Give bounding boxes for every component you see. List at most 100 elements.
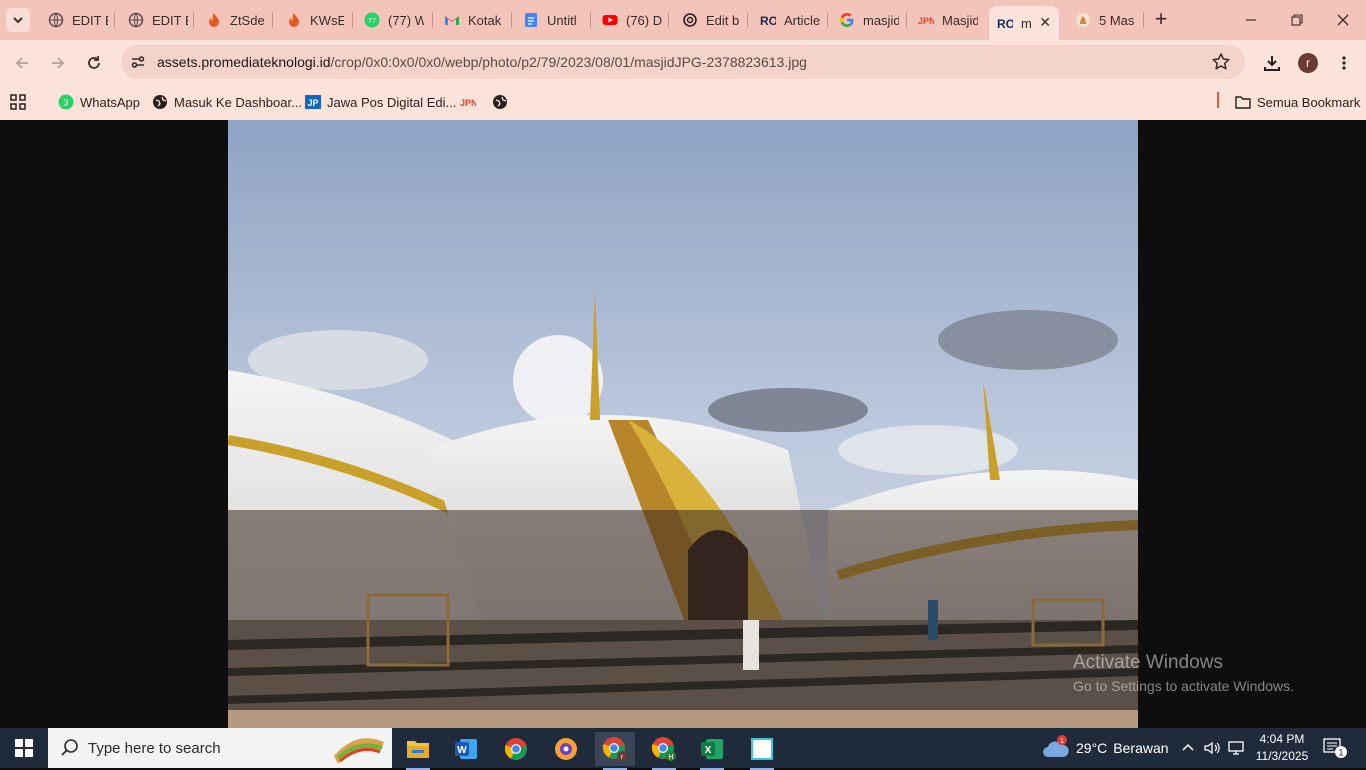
taskbar-notepad[interactable] bbox=[742, 732, 782, 770]
weather-badge: 1 bbox=[1060, 738, 1064, 745]
globe-icon bbox=[492, 94, 508, 110]
taskbar-search-box[interactable]: Type here to search bbox=[48, 728, 392, 768]
apps-button[interactable] bbox=[10, 91, 32, 113]
tab-title: KWsE( bbox=[310, 12, 344, 28]
close-window-button[interactable] bbox=[1328, 8, 1358, 32]
system-clock[interactable]: 4:04 PM 11/3/2025 bbox=[1248, 731, 1316, 765]
activate-windows-watermark: Activate Windows Go to Settings to activ… bbox=[1073, 652, 1294, 694]
clock-time: 4:04 PM bbox=[1259, 732, 1305, 746]
cloud-rain-icon: 1 bbox=[1043, 735, 1069, 757]
tab-search-button[interactable] bbox=[6, 8, 30, 32]
clock-date: 11/3/2025 bbox=[1255, 749, 1309, 763]
tab-9[interactable]: RO Article bbox=[760, 6, 820, 34]
volume-button[interactable] bbox=[1202, 738, 1222, 758]
tab-7[interactable]: (76) D bbox=[602, 6, 662, 34]
forward-button[interactable] bbox=[46, 51, 70, 75]
tab-12-active[interactable]: RO m ✕ bbox=[989, 6, 1059, 40]
restore-button[interactable] bbox=[1282, 8, 1312, 32]
tab-6[interactable]: Untitl bbox=[523, 6, 583, 34]
windows-logo-icon bbox=[15, 739, 33, 757]
tab-separator bbox=[352, 12, 353, 28]
bookmark-jawapos-digital[interactable]: JP Jawa Pos Digital Edi... bbox=[305, 91, 456, 113]
taskbar-brave[interactable] bbox=[546, 732, 586, 766]
notification-center-button[interactable]: 1 bbox=[1322, 736, 1348, 760]
browser-toolbar: assets.promediateknologi.id/crop/0x0:0x0… bbox=[0, 40, 1366, 85]
weather-widget[interactable]: 1 29°C Berawan bbox=[1042, 728, 1169, 768]
mosque-photo[interactable] bbox=[228, 120, 1138, 728]
watermark-subtitle: Go to Settings to activate Windows. bbox=[1073, 678, 1294, 694]
brave-icon bbox=[555, 738, 577, 760]
all-bookmarks-label: Semua Bookmark bbox=[1257, 94, 1361, 110]
tab-5[interactable]: Kotak bbox=[444, 6, 504, 34]
weather-desc: Berawan bbox=[1113, 740, 1169, 756]
svg-text:RO: RO bbox=[997, 17, 1013, 31]
reload-button[interactable] bbox=[82, 51, 106, 75]
taskbar-excel[interactable]: X bbox=[692, 732, 732, 770]
tab-separator bbox=[906, 12, 907, 28]
svg-text:RO: RO bbox=[760, 14, 776, 28]
flame-icon bbox=[206, 12, 222, 28]
tab-8[interactable]: Edit b bbox=[682, 6, 740, 34]
downloads-button[interactable] bbox=[1260, 51, 1284, 75]
download-icon bbox=[1264, 56, 1280, 71]
taskbar-file-explorer[interactable] bbox=[398, 732, 438, 770]
tab-title: Masjid bbox=[942, 12, 978, 28]
tab-2[interactable]: ZtSde bbox=[206, 6, 268, 34]
taskbar-chrome-profile-r[interactable]: r bbox=[595, 732, 635, 770]
openai-icon bbox=[682, 12, 698, 28]
tab-separator bbox=[747, 12, 748, 28]
bookmark-star-icon[interactable] bbox=[1211, 52, 1231, 72]
network-button[interactable] bbox=[1226, 738, 1246, 758]
globe-icon bbox=[48, 12, 64, 28]
whatsapp-badge-count: 3 bbox=[63, 98, 68, 108]
bookmark-label: Jawa Pos Digital Edi... bbox=[327, 94, 457, 110]
close-tab-icon[interactable]: ✕ bbox=[1039, 14, 1051, 31]
jp-icon: JP bbox=[305, 94, 321, 110]
tab-separator bbox=[590, 12, 591, 28]
tab-0[interactable]: EDIT E bbox=[48, 6, 108, 34]
taskbar-word[interactable]: W bbox=[446, 732, 486, 766]
url-text[interactable]: assets.promediateknologi.id/crop/0x0:0x0… bbox=[157, 54, 807, 70]
new-tab-button[interactable]: + bbox=[1150, 8, 1172, 31]
globe-icon bbox=[152, 94, 168, 110]
tab-separator bbox=[827, 12, 828, 28]
jawapos-icon: JPN bbox=[918, 12, 934, 28]
taskbar-chrome-profile-h[interactable]: H bbox=[644, 732, 684, 770]
site-settings-icon[interactable] bbox=[129, 53, 147, 71]
search-icon bbox=[61, 739, 78, 756]
address-bar[interactable]: assets.promediateknologi.id/crop/0x0:0x0… bbox=[121, 45, 1245, 79]
site-icon bbox=[1075, 12, 1091, 28]
ro-icon: RO bbox=[997, 15, 1013, 31]
tab-13[interactable]: 5 Mas bbox=[1075, 6, 1137, 34]
start-button[interactable] bbox=[0, 728, 48, 768]
menu-button[interactable] bbox=[1332, 51, 1356, 75]
bookmark-dashboard[interactable]: Masuk Ke Dashboar... bbox=[152, 91, 302, 113]
tab-10[interactable]: masjid bbox=[839, 6, 899, 34]
tab-title: Untitl bbox=[547, 12, 577, 28]
tab-separator bbox=[432, 12, 433, 28]
tab-separator bbox=[272, 12, 273, 28]
whatsapp-icon: 77 bbox=[364, 12, 380, 28]
tab-separator bbox=[511, 12, 512, 28]
tab-3[interactable]: KWsE( bbox=[286, 6, 344, 34]
profile-button[interactable]: r bbox=[1296, 51, 1320, 75]
minimize-button[interactable] bbox=[1236, 8, 1266, 32]
word-icon: W bbox=[455, 739, 477, 759]
tab-1[interactable]: EDIT E bbox=[128, 6, 188, 34]
kebab-menu-icon bbox=[1342, 56, 1346, 70]
page-viewport bbox=[0, 120, 1366, 728]
reload-icon bbox=[88, 56, 100, 69]
svg-text:X: X bbox=[705, 745, 712, 756]
bookmark-globe[interactable] bbox=[492, 91, 514, 113]
avatar: r bbox=[1298, 53, 1318, 73]
all-bookmarks-button[interactable]: Semua Bookmark bbox=[1235, 91, 1360, 113]
back-button[interactable] bbox=[10, 51, 34, 75]
bookmark-whatsapp[interactable]: 3 WhatsApp bbox=[58, 91, 140, 113]
show-hidden-icons-button[interactable] bbox=[1178, 738, 1198, 758]
tab-11[interactable]: JPN Masjid bbox=[918, 6, 978, 34]
tab-4[interactable]: 77 (77) W bbox=[364, 6, 424, 34]
bookmark-jawapos[interactable]: JPN bbox=[460, 91, 482, 113]
taskbar-chrome[interactable] bbox=[496, 732, 536, 766]
google-icon bbox=[839, 12, 855, 28]
ro-icon: RO bbox=[760, 12, 776, 28]
